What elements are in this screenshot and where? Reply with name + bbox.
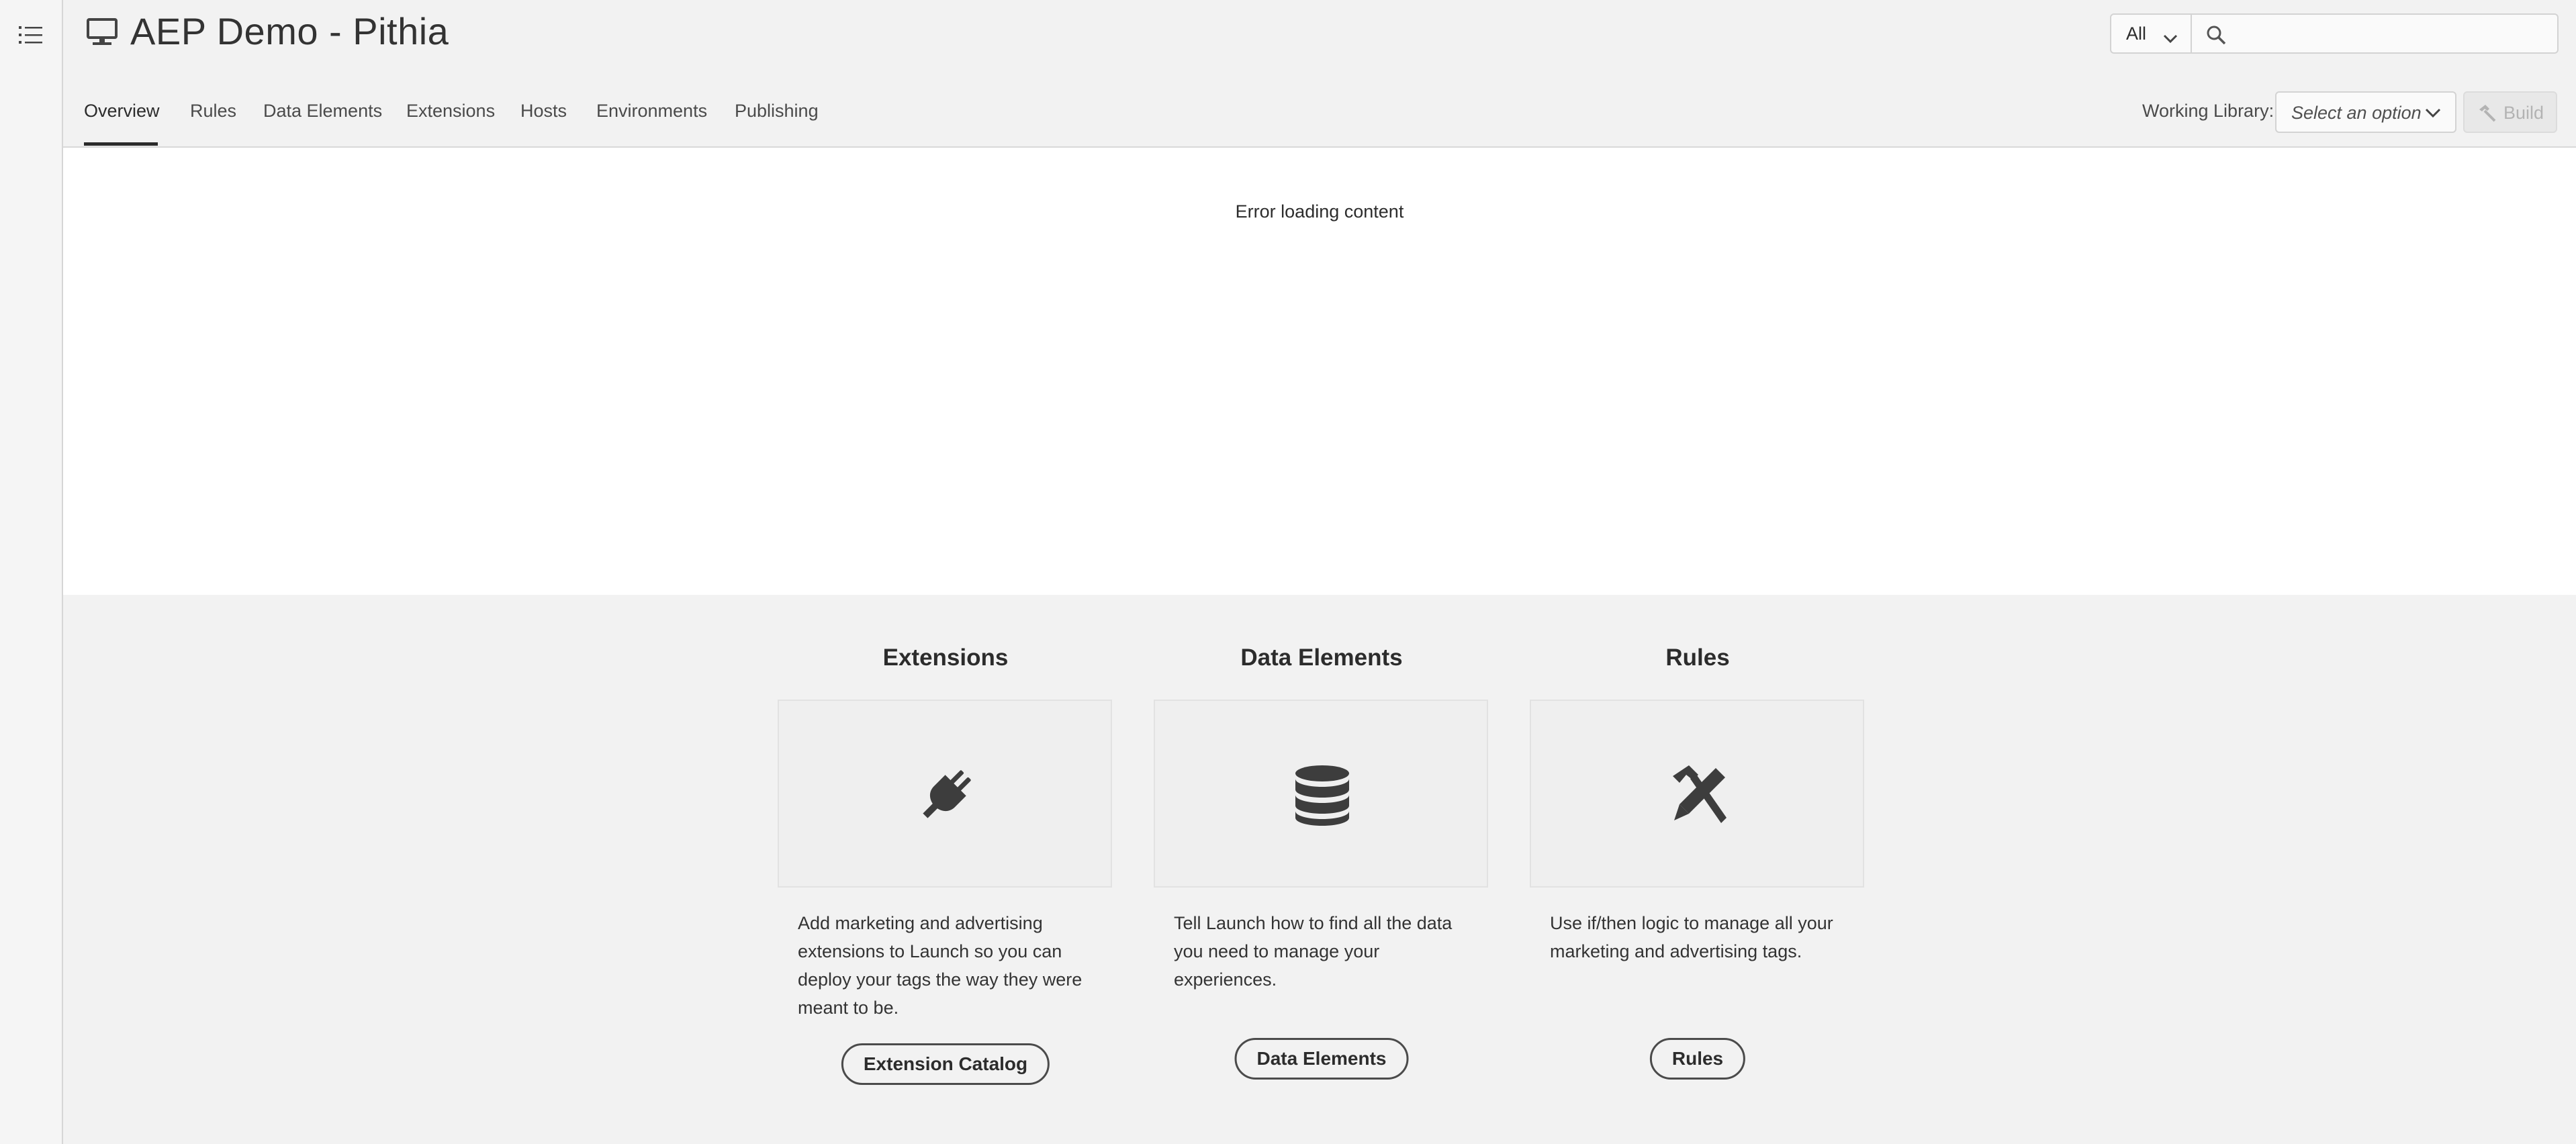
tab-overview[interactable]: Overview bbox=[84, 101, 160, 122]
tab-hosts[interactable]: Hosts bbox=[520, 101, 567, 122]
tab-publishing[interactable]: Publishing bbox=[735, 101, 819, 122]
card-description: Tell Launch how to find all the data you… bbox=[1174, 913, 1453, 990]
tab-data-elements[interactable]: Data Elements bbox=[263, 101, 382, 122]
card-tile bbox=[1530, 700, 1864, 888]
content-panel: Error loading content bbox=[63, 148, 2576, 595]
rules-card: Rules Use if/then logic to manage all yo… bbox=[1530, 645, 1866, 1080]
side-rail bbox=[0, 0, 63, 1144]
card-tile bbox=[1154, 700, 1488, 888]
card-tile bbox=[778, 700, 1112, 888]
error-message: Error loading content bbox=[1235, 201, 1404, 222]
search-icon bbox=[2205, 24, 2227, 46]
card-description: Add marketing and advertising extensions… bbox=[798, 913, 1083, 1018]
build-button[interactable]: Build bbox=[2463, 91, 2557, 133]
list-icon[interactable] bbox=[17, 21, 44, 48]
card-title: Extensions bbox=[882, 645, 1009, 671]
working-library-label: Working Library: bbox=[2142, 101, 2274, 121]
page-title: AEP Demo - Pithia bbox=[130, 10, 449, 52]
search-field[interactable] bbox=[2191, 13, 2559, 54]
top-bar: AEP Demo - Pithia All bbox=[63, 0, 2576, 67]
hammer-pencil-icon bbox=[1666, 763, 1731, 827]
hammer-icon bbox=[2477, 103, 2497, 124]
tab-rules[interactable]: Rules bbox=[190, 101, 236, 122]
chevron-down-icon bbox=[2162, 28, 2178, 44]
rules-button[interactable]: Rules bbox=[1649, 1038, 1746, 1080]
extension-catalog-button[interactable]: Extension Catalog bbox=[841, 1043, 1050, 1085]
card-description: Use if/then logic to manage all your mar… bbox=[1550, 913, 1833, 961]
data-elements-button[interactable]: Data Elements bbox=[1234, 1038, 1409, 1080]
plug-icon bbox=[914, 763, 978, 827]
monitor-icon bbox=[86, 17, 118, 47]
tab-environments[interactable]: Environments bbox=[596, 101, 707, 122]
scope-select[interactable]: All bbox=[2110, 13, 2192, 54]
card-title: Data Elements bbox=[1240, 645, 1403, 671]
library-select-placeholder: Select an option bbox=[2291, 103, 2422, 123]
database-icon bbox=[1290, 763, 1354, 827]
card-title: Rules bbox=[1665, 645, 1730, 671]
chevron-down-icon bbox=[2424, 107, 2442, 120]
active-tab-indicator bbox=[84, 142, 158, 146]
search-input[interactable] bbox=[2238, 20, 2549, 48]
build-button-label: Build bbox=[2503, 103, 2544, 123]
working-library-select[interactable]: Select an option bbox=[2275, 91, 2456, 133]
data-elements-card: Data Elements Tell Launch how to find al… bbox=[1154, 645, 1489, 1080]
extensions-card: Extensions Add marketing and advertising… bbox=[778, 645, 1113, 1085]
tab-extensions[interactable]: Extensions bbox=[406, 101, 495, 122]
main-area: AEP Demo - Pithia All Overview Rules Dat… bbox=[63, 0, 2576, 1144]
scope-select-value: All bbox=[2126, 23, 2147, 44]
